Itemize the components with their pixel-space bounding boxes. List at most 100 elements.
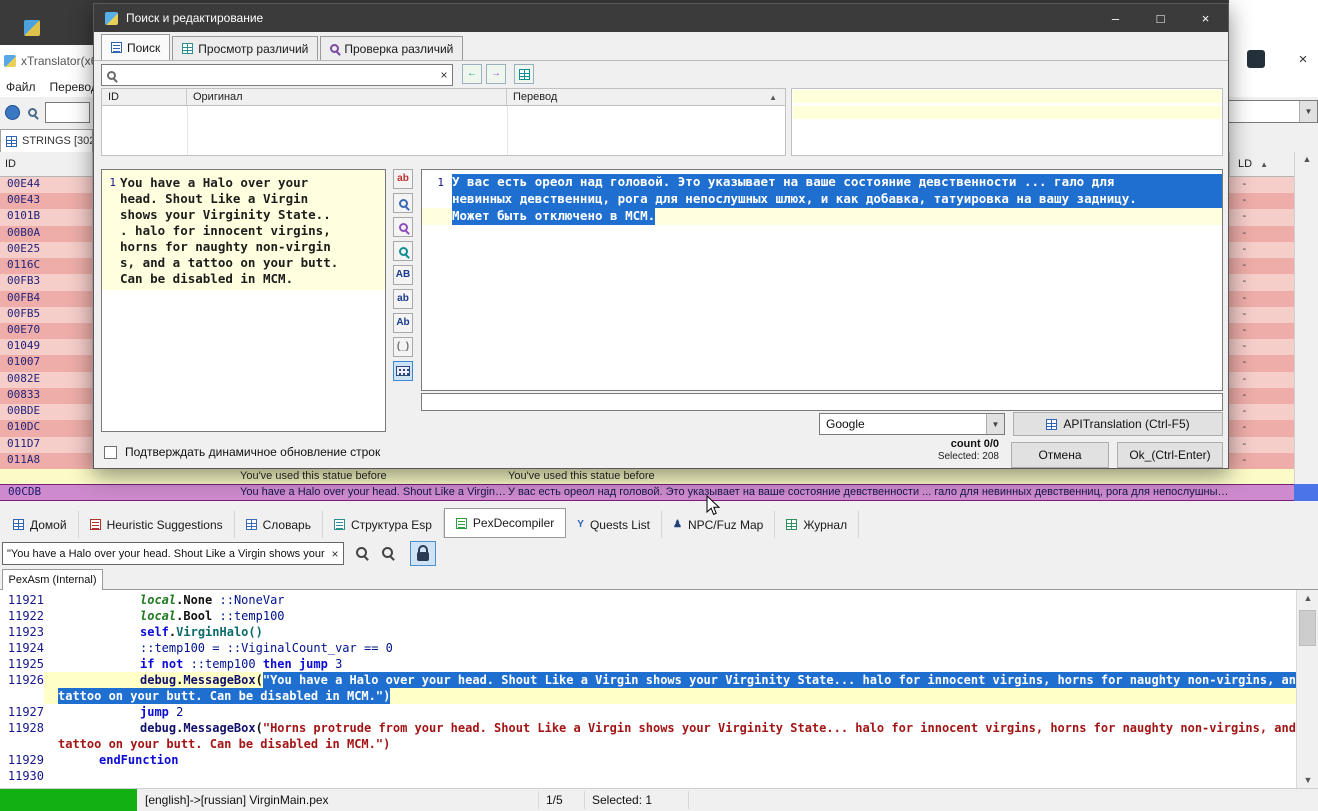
code-scrollbar[interactable]: ▲ ▼ (1296, 590, 1318, 788)
table-row[interactable]: 00833 (0, 388, 92, 404)
column-header-ld[interactable]: LD ▲ (1229, 152, 1294, 177)
sort-ascending-icon[interactable]: ▲ (769, 93, 777, 102)
tab-view-differences[interactable]: Просмотр различий (172, 36, 318, 60)
table-row[interactable]: 011D7 (0, 437, 92, 453)
tab-home[interactable]: Домой (2, 511, 79, 538)
editor-line[interactable]: невинных девственниц, рога для непослушн… (422, 191, 1222, 208)
engine-select[interactable]: Google ▼ (819, 413, 1005, 435)
original-editor[interactable]: 1 You have a Halo over your head. Shout … (101, 169, 386, 432)
maximize-button[interactable]: □ (1138, 4, 1183, 32)
table-row[interactable]: 0082E (0, 372, 92, 388)
uppercase-button[interactable]: AB (393, 265, 413, 285)
search-selection-button[interactable] (393, 241, 413, 261)
dynamic-update-checkbox[interactable] (104, 446, 117, 459)
dialog-search-input[interactable]: × (101, 64, 453, 86)
results-grid[interactable] (101, 106, 786, 156)
toolbar-search-input[interactable] (45, 102, 90, 123)
cancel-button[interactable]: Отмена (1011, 442, 1109, 468)
dialog-titlebar[interactable]: Поиск и редактирование – □ × (94, 4, 1228, 32)
tab-quests-list[interactable]: YQuests List (566, 511, 662, 538)
table-row[interactable]: 01049 (0, 339, 92, 355)
batch-apply-button[interactable] (514, 64, 534, 84)
search-icon[interactable] (28, 108, 37, 117)
results-grid-header[interactable]: ID Оригинал Перевод ▲ (101, 88, 786, 106)
tab-heuristic-suggestions[interactable]: Heuristic Suggestions (79, 511, 235, 538)
minimize-button[interactable]: – (1093, 4, 1138, 32)
match-case-button[interactable]: ab (393, 169, 413, 189)
close-button[interactable]: × (1292, 48, 1314, 70)
capitalize-button[interactable]: Ab (393, 313, 413, 333)
table-row[interactable]: 00FB3 (0, 274, 92, 290)
tab-journal[interactable]: Журнал (775, 511, 859, 538)
table-row[interactable]: 0116C (0, 258, 92, 274)
ld-cell[interactable]: - (1229, 420, 1294, 436)
brackets-button[interactable]: (_) (393, 337, 413, 357)
column-header-id[interactable]: ID (0, 152, 93, 177)
code-line[interactable]: 11922local.Bool ::temp100 (0, 608, 1296, 624)
dropdown-arrow-icon[interactable]: ▼ (986, 414, 1004, 434)
ok-button[interactable]: Ok_(Ctrl-Enter) (1117, 442, 1223, 468)
code-line[interactable]: 11923self.VirginHalo() (0, 624, 1296, 640)
grid-header-original[interactable]: Оригинал (187, 89, 507, 105)
table-row[interactable]: 00E70 (0, 323, 92, 339)
copy-translation-button[interactable]: → (486, 64, 506, 84)
tab-strings[interactable]: STRINGS [302/4 (0, 129, 93, 152)
code-line[interactable]: 11924::temp100 = ::ViginalCount_var == 0 (0, 640, 1296, 656)
ld-cell[interactable]: - (1229, 307, 1294, 323)
tab-esp-structure[interactable]: Структура Esp (323, 511, 444, 538)
search-replace-button[interactable] (393, 217, 413, 237)
tab-search[interactable]: Поиск (101, 34, 170, 60)
table-row-selected[interactable]: 00CDB You have a Halo over your head. Sh… (0, 484, 1294, 501)
tab-pexasm[interactable]: PexAsm (Internal) (2, 569, 103, 590)
ld-cell[interactable]: - (1229, 193, 1294, 209)
table-scrollbar[interactable]: ▲ (1294, 152, 1318, 501)
code-line[interactable]: 11921local.None ::NoneVar (0, 592, 1296, 608)
code-line[interactable]: 11930 (0, 768, 1296, 784)
scroll-up-icon[interactable]: ▲ (1295, 154, 1318, 164)
ld-cell[interactable]: - (1229, 453, 1294, 469)
window-button-icon[interactable] (1247, 50, 1265, 68)
dropdown-arrow-icon[interactable]: ▼ (1299, 101, 1317, 122)
language-combobox[interactable]: ▼ (1229, 100, 1318, 123)
code-line[interactable]: 11929endFunction (0, 752, 1296, 768)
table-row-duplicate[interactable]: You've used this statue before You've us… (0, 469, 1294, 484)
menu-translation[interactable]: Перевод (50, 80, 98, 94)
code-line[interactable]: 11927jump 2 (0, 704, 1296, 720)
api-translation-button[interactable]: APITranslation (Ctrl-F5) (1013, 412, 1223, 436)
table-row[interactable]: 0101B (0, 209, 92, 225)
scroll-down-icon[interactable]: ▼ (1297, 775, 1318, 785)
ld-cell[interactable]: - (1229, 339, 1294, 355)
lowercase-button[interactable]: ab (393, 289, 413, 309)
ld-cell[interactable]: - (1229, 372, 1294, 388)
tab-check-differences[interactable]: Проверка различий (320, 36, 463, 60)
ld-cell[interactable]: - (1229, 355, 1294, 371)
table-row[interactable]: 010DC (0, 420, 92, 436)
code-view[interactable]: 11921local.None ::NoneVar11922local.Bool… (0, 590, 1318, 788)
ld-cell[interactable]: - (1229, 291, 1294, 307)
table-row[interactable]: 00B0A (0, 226, 92, 242)
table-row[interactable]: 00BDE (0, 404, 92, 420)
close-button[interactable]: × (1183, 4, 1228, 32)
scroll-up-icon[interactable]: ▲ (1297, 593, 1318, 603)
editor-line[interactable]: 1У вас есть ореол над головой. Это указы… (422, 174, 1222, 191)
table-row[interactable]: 00FB4 (0, 291, 92, 307)
ld-cell[interactable]: - (1229, 437, 1294, 453)
code-line[interactable]: tattoo on your butt. Can be disabled in … (0, 736, 1296, 752)
clear-icon[interactable]: × (436, 68, 452, 82)
code-line[interactable]: tattoo on your butt. Can be disabled in … (0, 688, 1296, 704)
tab-pexdecompiler[interactable]: PexDecompiler (444, 508, 566, 538)
tab-dictionary[interactable]: Словарь (235, 511, 323, 538)
find-next-icon[interactable] (382, 547, 393, 558)
find-previous-icon[interactable] (356, 547, 367, 558)
finder-input[interactable]: "You have a Halo over your head. Shout L… (2, 542, 344, 565)
ld-cell[interactable]: - (1229, 226, 1294, 242)
grid-header-translation[interactable]: Перевод (507, 89, 785, 105)
menu-file[interactable]: Файл (6, 80, 36, 94)
search-button[interactable] (393, 193, 413, 213)
ld-cell[interactable]: - (1229, 177, 1294, 193)
lock-button[interactable] (410, 541, 436, 566)
table-row[interactable]: 00E44 (0, 177, 92, 193)
code-line[interactable]: 11928debug.MessageBox("Horns protrude fr… (0, 720, 1296, 736)
ld-cell[interactable]: - (1229, 388, 1294, 404)
table-row[interactable]: 00E25 (0, 242, 92, 258)
